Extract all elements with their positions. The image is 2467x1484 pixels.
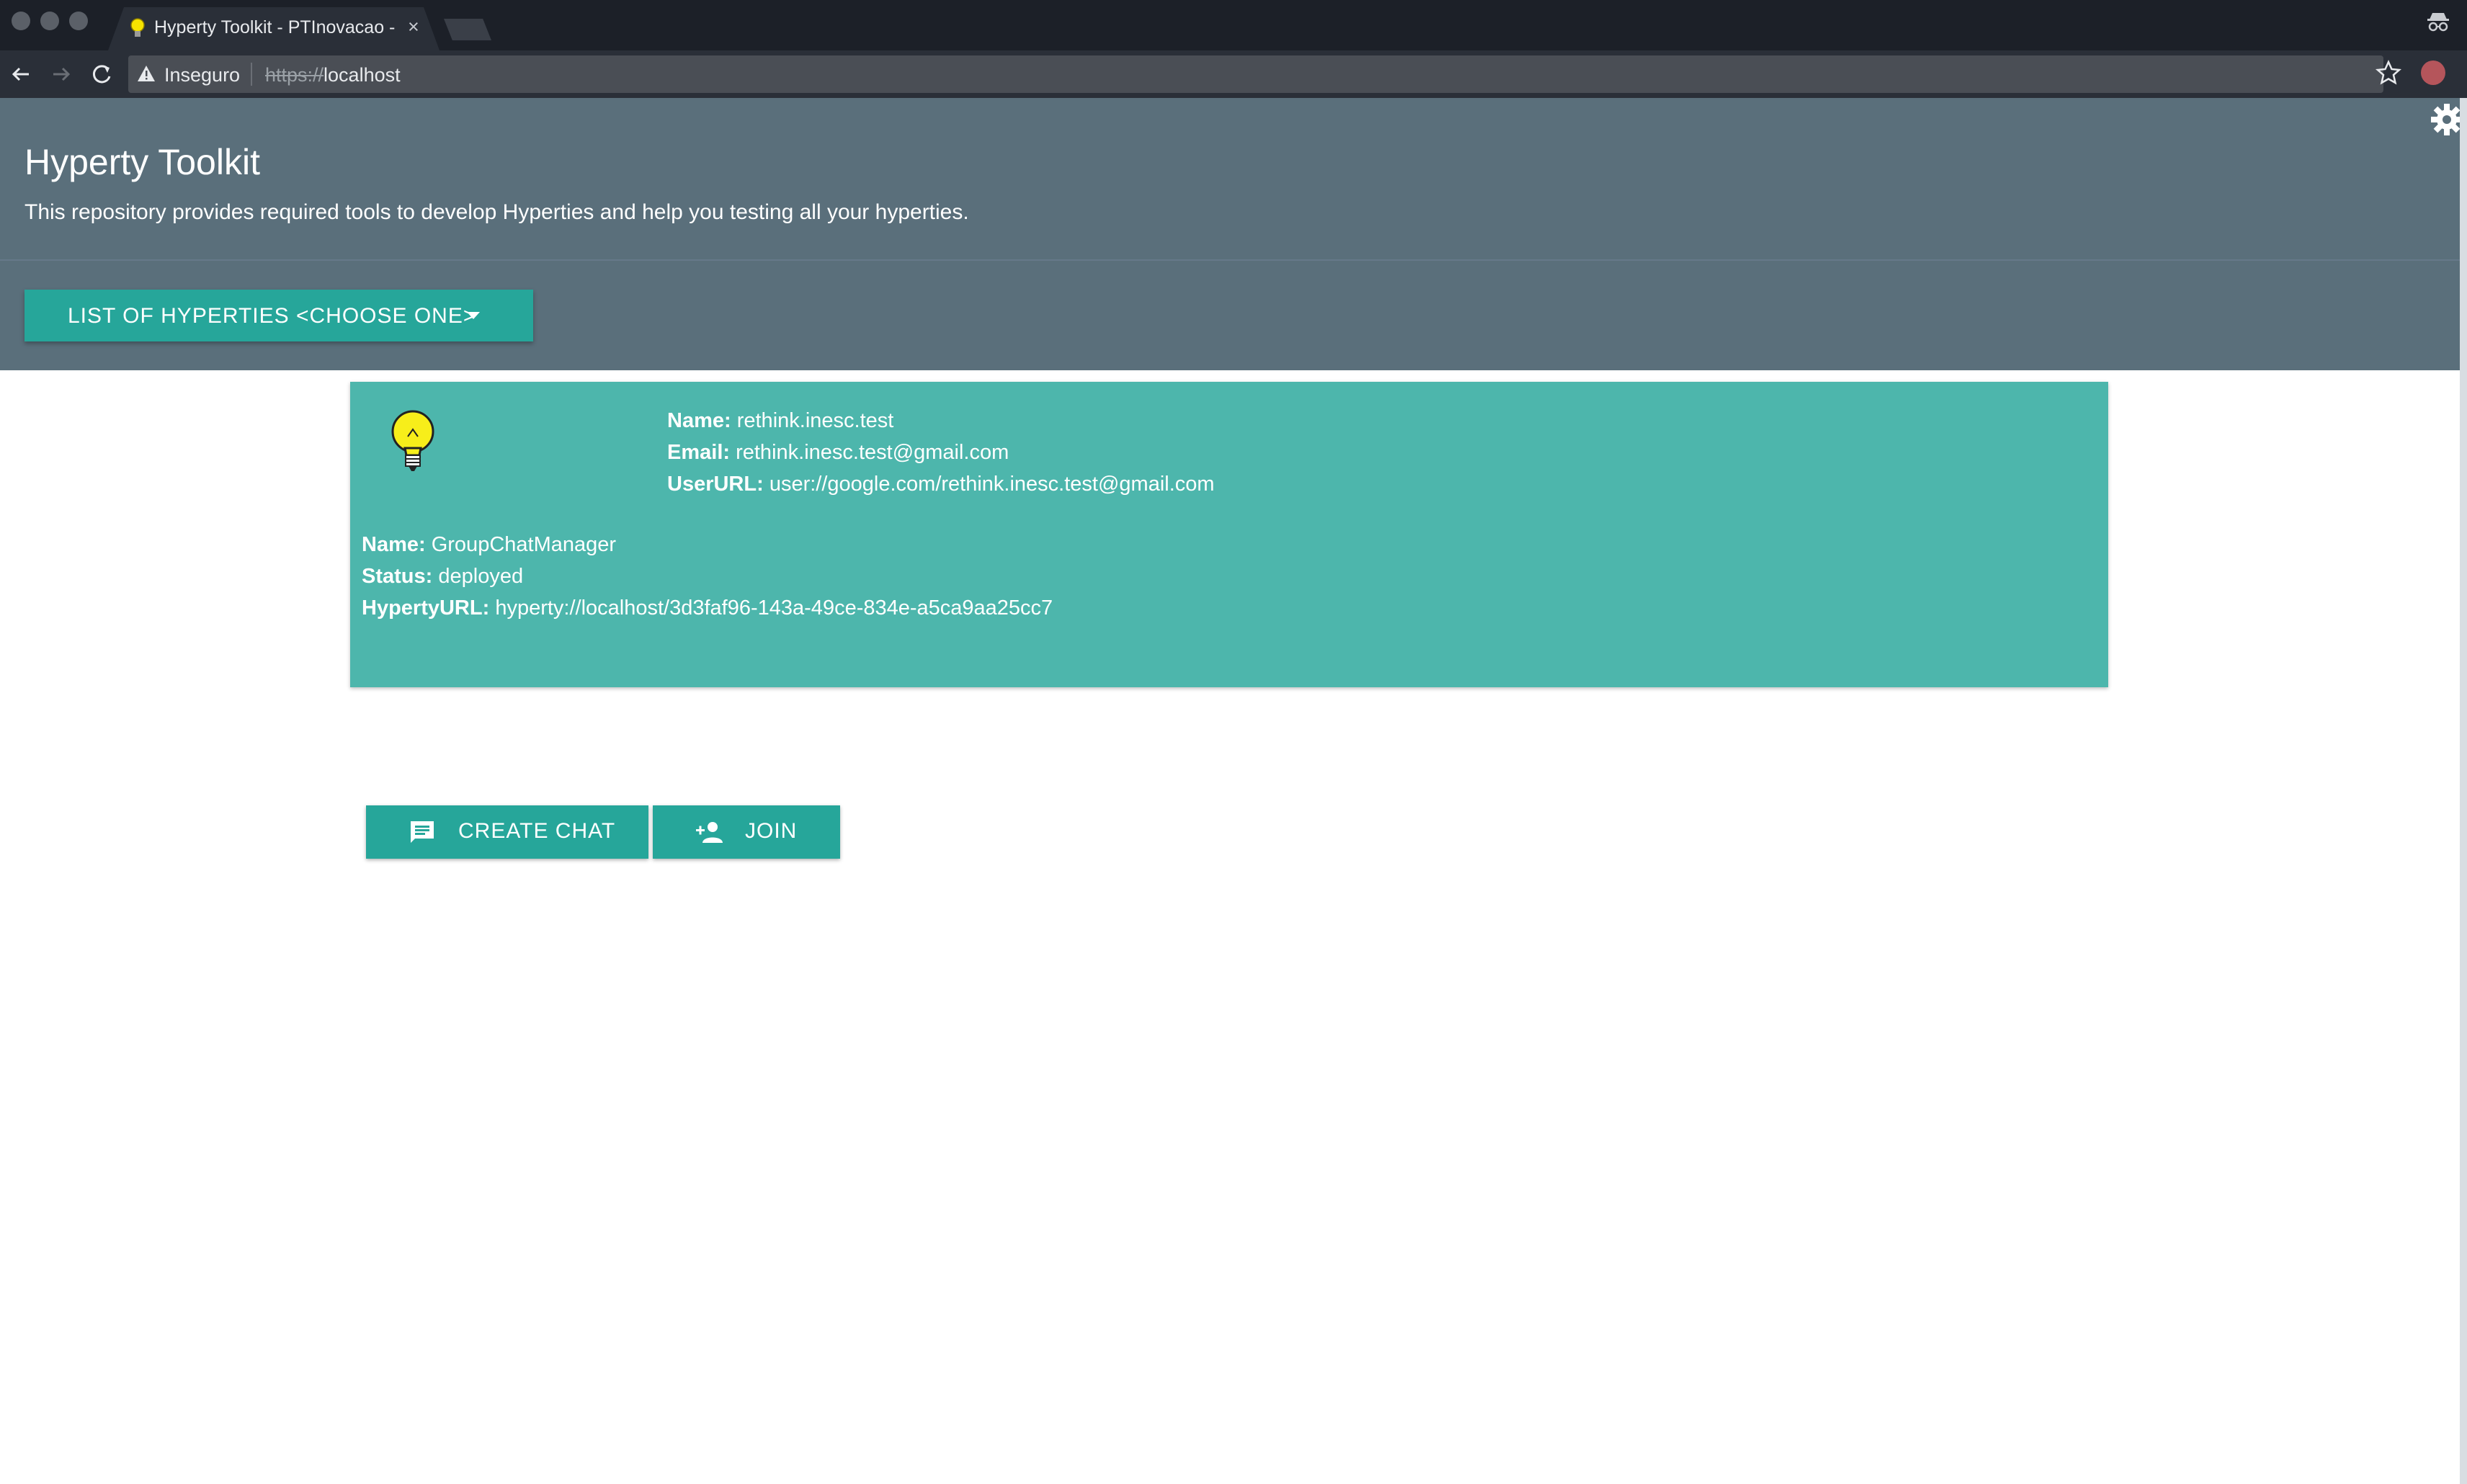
user-email-value: rethink.inesc.test@gmail.com xyxy=(736,441,1009,464)
user-email-label: Email: xyxy=(667,441,731,464)
url-host: localhost xyxy=(324,64,401,86)
hyperty-name-label: Name: xyxy=(362,533,426,556)
hyperty-status-label: Status: xyxy=(362,565,433,588)
url-scheme: https:// xyxy=(265,64,324,86)
user-url-row: UserURL: user://google.com/rethink.inesc… xyxy=(667,473,1215,496)
user-name-label: Name: xyxy=(667,409,731,432)
hyperty-name-value: GroupChatManager xyxy=(431,533,617,556)
browser-tab[interactable]: Hyperty Toolkit - PTInovacao - × xyxy=(108,7,440,50)
chat-icon xyxy=(411,821,434,843)
browser-tabstrip: Hyperty Toolkit - PTInovacao - × xyxy=(0,0,2467,50)
join-label: JOIN xyxy=(745,819,798,843)
window-right-edge xyxy=(2460,98,2467,1484)
star-icon[interactable] xyxy=(2375,59,2402,86)
header-divider xyxy=(0,259,2461,261)
bulb-icon xyxy=(391,410,434,471)
url-text[interactable]: https://localhost xyxy=(265,64,401,86)
hyperty-url-label: HypertyURL: xyxy=(362,596,490,620)
window-zoom-dot[interactable] xyxy=(69,12,88,30)
security-status[interactable]: Inseguro xyxy=(164,64,240,86)
hyperty-name-row: Name: GroupChatManager xyxy=(362,533,616,557)
user-name-row: Name: rethink.inesc.test xyxy=(667,409,893,433)
hyperty-list-dropdown[interactable]: LIST OF HYPERTIES <CHOOSE ONE> xyxy=(24,290,533,341)
window-minimize-dot[interactable] xyxy=(40,12,59,30)
page-description: This repository provides required tools … xyxy=(24,200,969,224)
incognito-icon[interactable] xyxy=(2424,7,2453,36)
join-button[interactable]: JOIN xyxy=(653,805,840,859)
page-header: Hyperty Toolkit This repository provides… xyxy=(0,98,2461,370)
bulb-icon xyxy=(130,18,145,37)
user-url-label: UserURL: xyxy=(667,473,764,496)
page-title: Hyperty Toolkit xyxy=(24,142,260,182)
window-close-dot[interactable] xyxy=(12,12,30,30)
create-chat-label: CREATE CHAT xyxy=(458,819,616,843)
browser-toolbar: Inseguro https://localhost xyxy=(0,50,2467,98)
hyperty-url-value: hyperty://localhost/3d3faf96-143a-49ce-8… xyxy=(495,596,1053,620)
extension-button[interactable] xyxy=(2421,61,2445,85)
hyperty-status-row: Status: deployed xyxy=(362,565,523,589)
address-bar[interactable]: Inseguro https://localhost xyxy=(128,55,2383,93)
user-url-value: user://google.com/rethink.inesc.test@gma… xyxy=(769,473,1215,496)
caret-down-icon xyxy=(467,312,480,319)
hyperty-status-value: deployed xyxy=(438,565,524,588)
hyperty-url-row: HypertyURL: hyperty://localhost/3d3faf96… xyxy=(362,596,1053,620)
new-tab-button[interactable] xyxy=(444,19,491,40)
user-email-row: Email: rethink.inesc.test@gmail.com xyxy=(667,441,1009,465)
group-add-icon xyxy=(696,822,723,843)
user-name-value: rethink.inesc.test xyxy=(736,409,894,432)
warning-icon xyxy=(138,66,155,81)
create-chat-button[interactable]: CREATE CHAT xyxy=(366,805,648,859)
hyperty-card: Name: rethink.inesc.test Email: rethink.… xyxy=(350,382,2108,687)
omnibox-divider xyxy=(251,63,252,86)
tab-close-button[interactable]: × xyxy=(408,16,419,38)
reload-icon[interactable] xyxy=(88,61,115,88)
dropdown-label: LIST OF HYPERTIES <CHOOSE ONE> xyxy=(68,304,477,328)
forward-arrow-icon[interactable] xyxy=(48,61,75,88)
tab-title: Hyperty Toolkit - PTInovacao - xyxy=(154,17,396,37)
page-content: Hyperty Toolkit This repository provides… xyxy=(0,98,2467,1484)
back-arrow-icon[interactable] xyxy=(7,61,35,88)
